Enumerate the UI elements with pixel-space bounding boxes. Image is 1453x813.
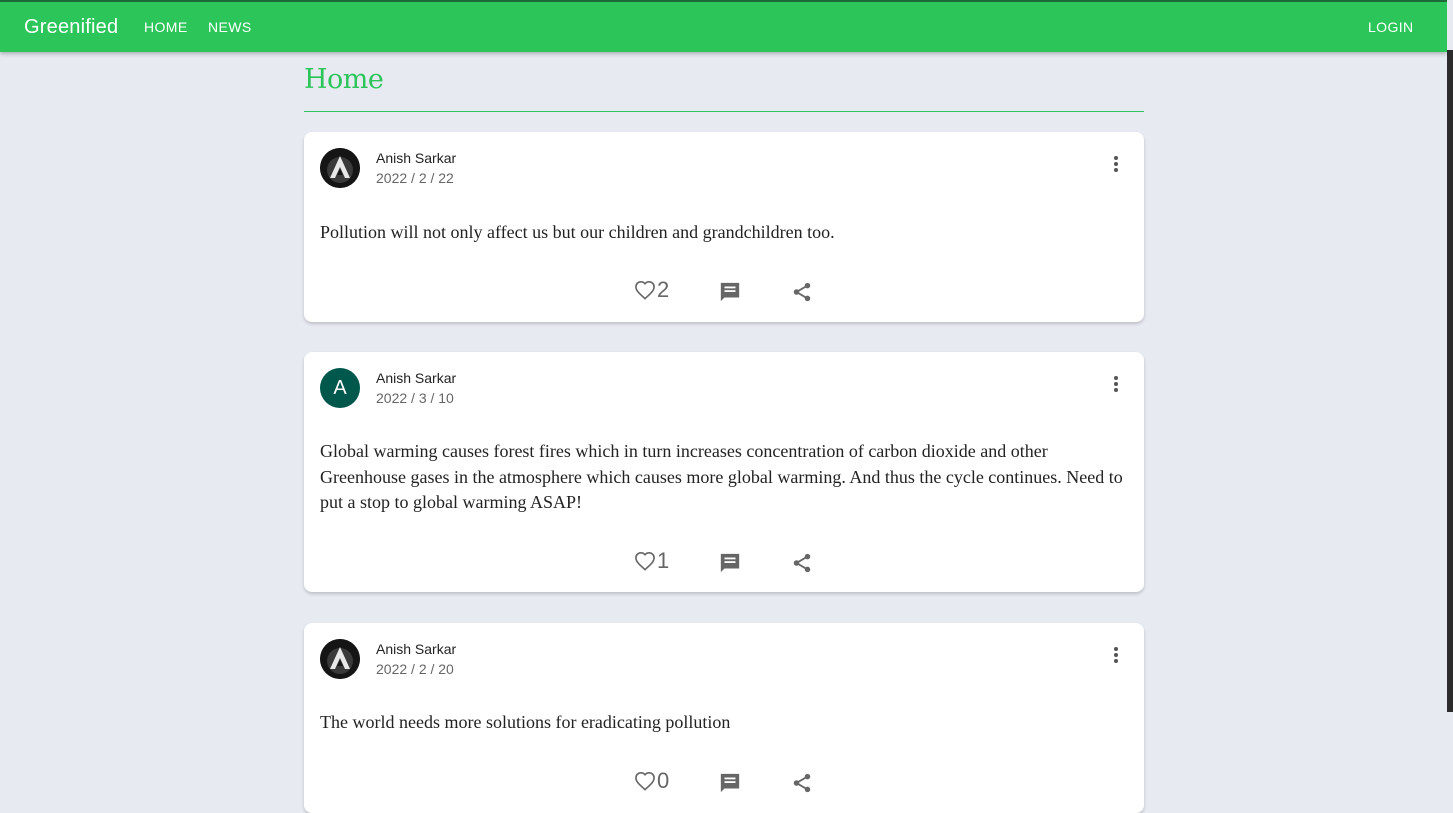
post-author[interactable]: Anish Sarkar: [376, 370, 456, 386]
scrollbar-thumb[interactable]: [1447, 50, 1453, 712]
like-button[interactable]: 1: [634, 548, 669, 574]
share-icon: [793, 773, 811, 793]
brand-logo[interactable]: Greenified: [24, 16, 118, 39]
share-button[interactable]: [791, 552, 813, 574]
heart-outline-icon: [635, 280, 655, 300]
like-button[interactable]: 2: [634, 277, 669, 303]
comment-button[interactable]: [719, 281, 741, 303]
assassin-logo-icon: [320, 639, 360, 679]
comment-icon: [720, 773, 740, 793]
avatar[interactable]: A: [320, 368, 360, 408]
share-icon: [793, 553, 811, 573]
avatar[interactable]: [320, 148, 360, 188]
share-icon: [793, 282, 811, 302]
share-button[interactable]: [791, 772, 813, 794]
comment-button[interactable]: [719, 552, 741, 574]
heart-outline-icon: [635, 551, 655, 571]
like-count: 2: [657, 277, 670, 302]
more-vertical-icon[interactable]: [1106, 374, 1126, 394]
post-author[interactable]: Anish Sarkar: [376, 641, 456, 657]
post-date: 2022 / 2 / 22: [376, 170, 454, 186]
login-button[interactable]: LOGIN: [1368, 19, 1414, 35]
page-title: Home: [304, 64, 384, 95]
post-card: Anish Sarkar 2022 / 2 / 22 Pollution wil…: [304, 132, 1144, 322]
post-date: 2022 / 3 / 10: [376, 390, 454, 406]
assassin-logo-icon: [320, 148, 360, 188]
post-text: Pollution will not only affect us but ou…: [320, 222, 835, 242]
main-content: Home: [304, 52, 1144, 112]
share-button[interactable]: [791, 281, 813, 303]
like-count: 0: [657, 768, 670, 793]
post-text: Global warming causes forest fires which…: [320, 441, 1123, 512]
nav-news[interactable]: NEWS: [208, 19, 252, 35]
post-author[interactable]: Anish Sarkar: [376, 150, 456, 166]
heart-outline-icon: [635, 771, 655, 791]
post-date: 2022 / 2 / 20: [376, 661, 454, 677]
like-count: 1: [657, 548, 670, 573]
nav-home[interactable]: HOME: [144, 19, 188, 35]
more-vertical-icon[interactable]: [1106, 645, 1126, 665]
comment-icon: [720, 553, 740, 573]
scrollbar[interactable]: [1447, 0, 1453, 792]
post-card: A Anish Sarkar 2022 / 3 / 10 Global warm…: [304, 352, 1144, 592]
like-button[interactable]: 0: [634, 768, 669, 794]
comment-button[interactable]: [719, 772, 741, 794]
post-text: The world needs more solutions for eradi…: [320, 712, 731, 732]
title-divider: [304, 111, 1144, 112]
app-bar: Greenified HOME NEWS LOGIN: [0, 0, 1447, 52]
post-card: Anish Sarkar 2022 / 2 / 20 The world nee…: [304, 623, 1144, 813]
comment-icon: [720, 282, 740, 302]
avatar[interactable]: [320, 639, 360, 679]
more-vertical-icon[interactable]: [1106, 154, 1126, 174]
